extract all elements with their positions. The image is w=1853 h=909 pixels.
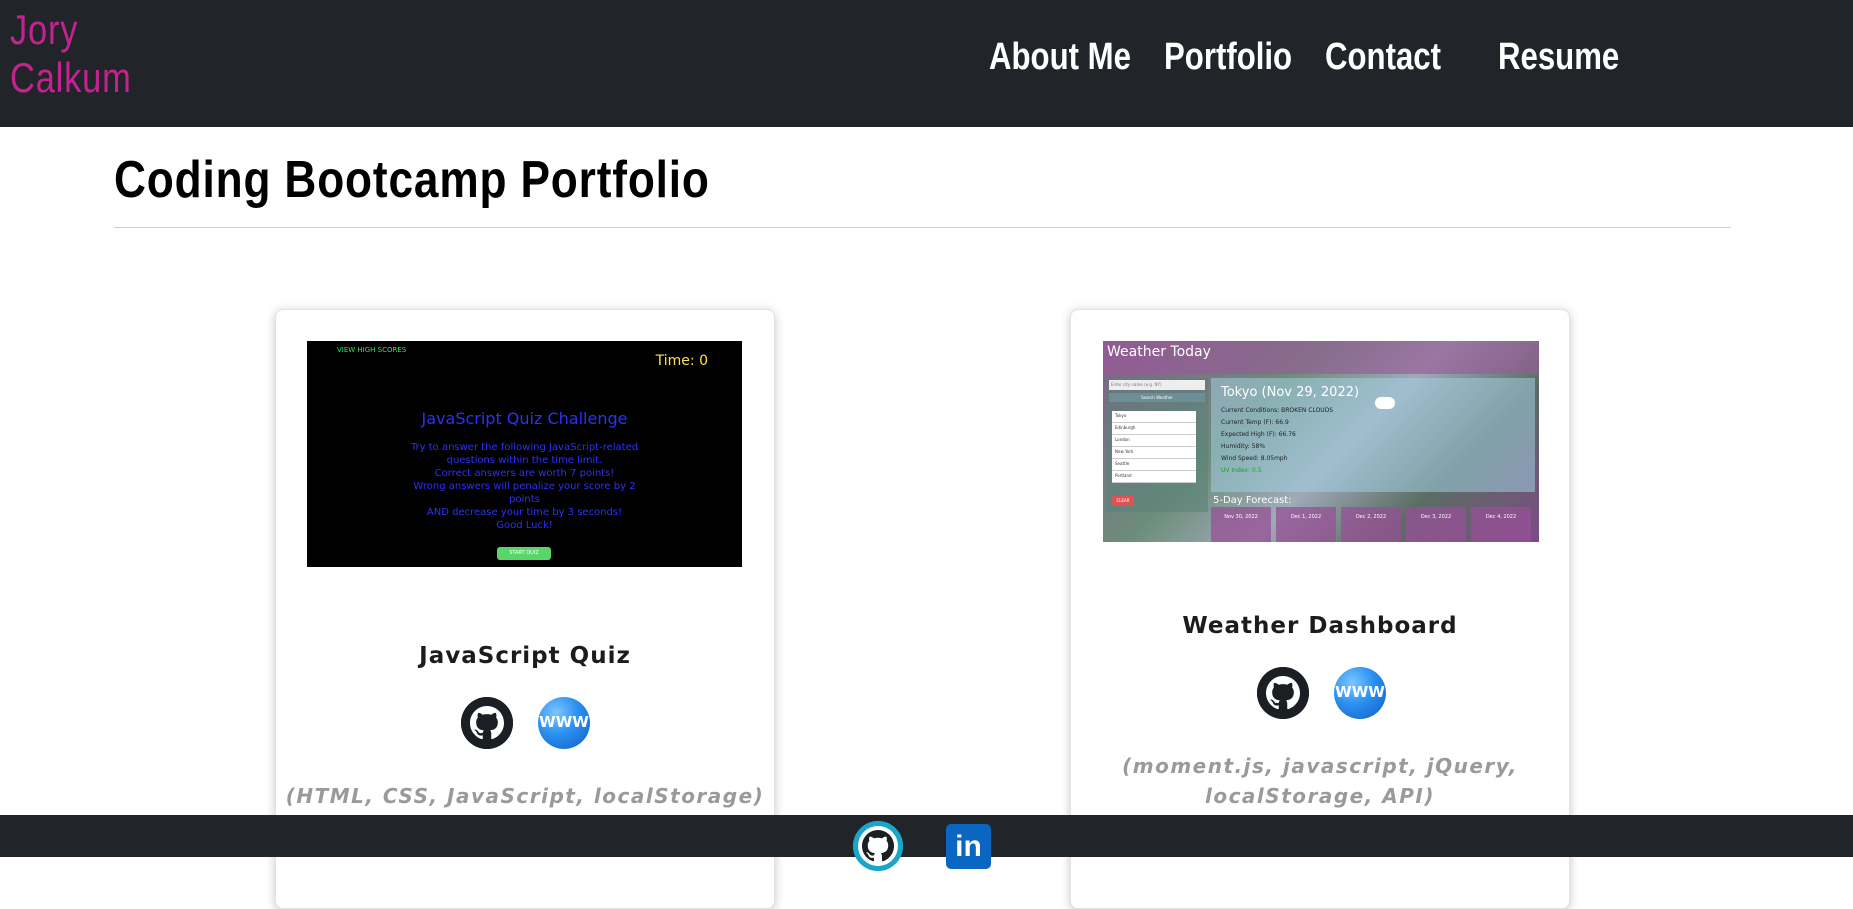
- weather-forecast-day: Dec 3, 2022: [1406, 507, 1466, 542]
- weather-city-item: London: [1112, 435, 1196, 447]
- nav-portfolio[interactable]: Portfolio: [1164, 36, 1292, 79]
- brand-first-name: Jory: [10, 6, 79, 53]
- project-title: JavaScript Quiz: [419, 643, 631, 669]
- project-screenshot: VIEW HIGH SCORES Time: 0 JavaScript Quiz…: [307, 341, 742, 567]
- weather-detail-line: Current Conditions: BROKEN CLOUDS: [1221, 407, 1334, 414]
- quiz-instruction-line: Good Luck!: [496, 520, 553, 531]
- weather-city-item: Portland: [1112, 471, 1196, 483]
- nav-resume[interactable]: Resume: [1498, 36, 1619, 79]
- weather-detail-line: Current Temp (F): 66.9: [1221, 419, 1289, 426]
- quiz-heading-text: JavaScript Quiz Challenge: [421, 409, 628, 428]
- quiz-instruction-line: Correct answers are worth 7 points!: [434, 468, 615, 479]
- weather-detail-line: Wind Speed: 8.05mph: [1221, 455, 1288, 462]
- quiz-timer-text: Time: 0: [655, 353, 708, 369]
- title-divider: [114, 227, 1731, 228]
- weather-current-panel: Tokyo (Nov 29, 2022) Current Conditions:…: [1211, 378, 1535, 492]
- project-screenshot: Weather Today Enter city name (e.g. NY) …: [1103, 341, 1539, 542]
- quiz-instruction-line: questions within the time limit.: [446, 455, 603, 466]
- github-icon: [853, 821, 903, 871]
- weather-forecast-row: Nov 30, 2022 Dec 1, 2022 Dec 2, 2022 Dec…: [1211, 507, 1539, 542]
- page-title: Coding Bootcamp Portfolio: [114, 151, 710, 209]
- weather-detail-line: Humidity: 58%: [1221, 443, 1266, 450]
- project-technologies: (HTML, CSS, JavaScript, localStorage): [285, 784, 765, 808]
- live-site-link-button[interactable]: WWW: [1334, 667, 1386, 719]
- github-link-button[interactable]: [461, 697, 513, 749]
- weather-details: Current Conditions: BROKEN CLOUDS Curren…: [1221, 405, 1333, 477]
- github-link-button[interactable]: [1257, 667, 1309, 719]
- project-title: Weather Dashboard: [1182, 613, 1458, 639]
- weather-clear-button-image: CLEAR: [1112, 496, 1134, 506]
- quiz-instruction-line: AND decrease your time by 3 seconds!: [426, 507, 623, 518]
- github-icon: [461, 697, 513, 749]
- weather-city-item: Edinburgh: [1112, 423, 1196, 435]
- weather-search-button-image: Search Weather: [1109, 393, 1205, 402]
- weather-forecast-day: Nov 30, 2022: [1211, 507, 1271, 542]
- www-globe-icon: WWW: [539, 713, 589, 731]
- quiz-instruction-line: Wrong answers will penalize your score b…: [413, 481, 636, 492]
- weather-forecast-day: Dec 1, 2022: [1276, 507, 1336, 542]
- site-header: Jory Calkum About Me Portfolio Contact R…: [0, 0, 1853, 127]
- weather-forecast-day: Dec 2, 2022: [1341, 507, 1401, 542]
- weather-city-item: Tokyo: [1112, 411, 1196, 423]
- brand-last-name: Calkum: [10, 54, 132, 101]
- weather-search-field-image: Enter city name (e.g. NY): [1109, 380, 1205, 390]
- quiz-instruction-line: points: [509, 494, 540, 505]
- weather-city-title: Tokyo (Nov 29, 2022): [1221, 385, 1360, 400]
- view-high-scores-text: VIEW HIGH SCORES: [337, 346, 407, 354]
- weather-forecast-day: Dec 4, 2022: [1471, 507, 1531, 542]
- weather-forecast-label: 5-Day Forecast:: [1213, 495, 1292, 506]
- linkedin-icon: in: [955, 830, 982, 863]
- project-links: WWW: [276, 697, 774, 749]
- project-technologies: (moment.js, javascript, jQuery, localSto…: [1071, 751, 1569, 811]
- footer-linkedin-link[interactable]: in: [946, 824, 991, 869]
- quiz-start-button-image: START QUIZ: [497, 547, 551, 560]
- project-technologies-line: (moment.js, javascript, jQuery,: [1122, 754, 1518, 778]
- project-technologies-line: localStorage, API): [1204, 784, 1436, 808]
- weather-city-item: New York: [1112, 447, 1196, 459]
- weather-uv-line: UV Index: 0.5: [1221, 467, 1262, 474]
- quiz-instructions-text: Try to answer the following JavaScript-r…: [407, 441, 642, 532]
- cloud-icon: [1375, 397, 1395, 409]
- nav-about-me[interactable]: About Me: [989, 36, 1131, 79]
- quiz-instruction-line: Try to answer the following JavaScript-r…: [410, 442, 639, 453]
- live-site-link-button[interactable]: WWW: [538, 697, 590, 749]
- weather-city-item: Seattle: [1112, 459, 1196, 471]
- weather-detail-line: Expected High (F): 66.76: [1221, 431, 1296, 438]
- github-icon: [1257, 667, 1309, 719]
- brand-name[interactable]: Jory Calkum: [10, 6, 132, 102]
- site-footer: in: [0, 815, 1853, 871]
- weather-city-list: Tokyo Edinburgh London New York Seattle …: [1112, 411, 1196, 483]
- weather-sidebar: Enter city name (e.g. NY) Search Weather…: [1106, 378, 1208, 512]
- www-globe-icon: WWW: [1335, 683, 1385, 701]
- nav-contact[interactable]: Contact: [1325, 36, 1441, 79]
- project-links: WWW: [1071, 667, 1569, 719]
- weather-header-text: Weather Today: [1103, 341, 1539, 374]
- footer-github-link[interactable]: [853, 821, 903, 871]
